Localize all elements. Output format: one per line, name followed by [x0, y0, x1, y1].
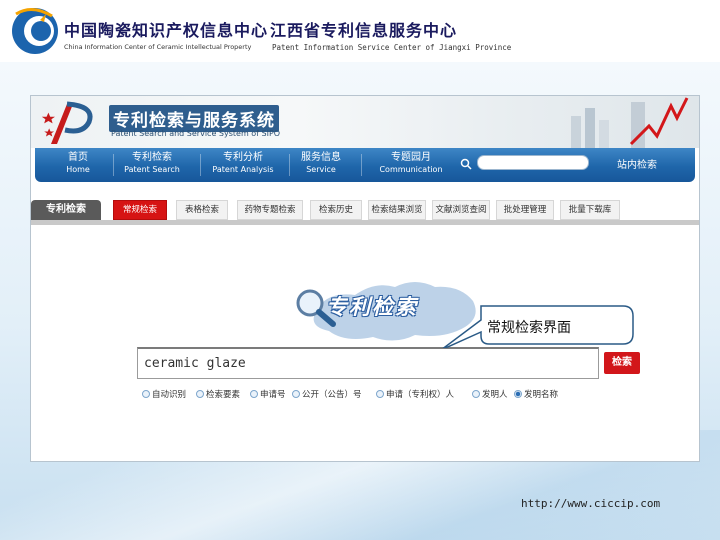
nav-label-en: Patent Analysis [212, 165, 274, 174]
tab-table-search[interactable]: 表格检索 [176, 200, 228, 220]
option-applicant[interactable]: 申请（专利权）人 [376, 387, 454, 401]
option-invention-title[interactable]: 发明名称 [514, 387, 558, 401]
sipo-logo-icon [41, 101, 93, 144]
nav-label-cn: 首页 [68, 152, 88, 163]
app-subtitle: Patent Search and Service System of SIPO [111, 129, 281, 138]
radio-dot [142, 390, 150, 398]
nav-label-cn: 服务信息 [301, 152, 341, 163]
nav-patent-search[interactable]: 专利检索 Patent Search [117, 152, 187, 175]
org2-name-en: Patent Information Service Center of Jia… [272, 43, 512, 52]
nav-divider [361, 154, 362, 176]
radio-dot [472, 390, 480, 398]
search-title: 专利检索 [326, 295, 418, 319]
ciccip-logo [12, 8, 58, 54]
nav-divider [200, 154, 201, 176]
nav-patent-analysis[interactable]: 专利分析 Patent Analysis [205, 152, 281, 175]
site-search-input[interactable] [477, 155, 589, 170]
option-auto[interactable]: 自动识别 [142, 387, 186, 401]
option-label: 发明人 [482, 390, 508, 400]
option-application-number[interactable]: 申请号 [250, 387, 286, 401]
nav-home[interactable]: 首页 Home [53, 152, 103, 175]
option-inventor[interactable]: 发明人 [472, 387, 508, 401]
radio-dot [292, 390, 300, 398]
tab-regular-search[interactable]: 常规检索 [113, 200, 167, 220]
main-nav: 首页 Home 专利检索 Patent Search 专利分析 Patent A… [35, 148, 695, 182]
org-name-en: China Information Center of Ceramic Inte… [64, 43, 252, 51]
org2-name-cn: 江西省专利信息服务中心 [270, 21, 458, 40]
tab-drug-search[interactable]: 药物专题检索 [237, 200, 303, 220]
query-input[interactable] [137, 347, 599, 379]
sipo-screenshot: 专利检索与服务系统 Patent Search and Service Syst… [30, 95, 700, 462]
option-publication-number[interactable]: 公开（公告）号 [292, 387, 362, 401]
org-name-cn: 中国陶瓷知识产权信息中心 [64, 21, 269, 40]
nav-label-en: Home [66, 165, 90, 174]
search-tabs: 专利检索 常规检索 表格检索 药物专题检索 检索历史 检索结果浏览 文献浏览查阅… [31, 198, 699, 225]
app-title: 专利检索与服务系统 [109, 105, 279, 132]
option-elements[interactable]: 检索要素 [196, 387, 240, 401]
tab-batch-management[interactable]: 批处理管理 [496, 200, 554, 220]
option-label: 申请号 [260, 390, 286, 400]
tab-batch-download[interactable]: 批量下载库 [560, 200, 620, 220]
option-label: 自动识别 [152, 390, 187, 400]
option-label: 申请（专利权）人 [386, 390, 455, 400]
callout-text: 常规检索界面 [487, 320, 571, 336]
option-label: 检索要素 [206, 390, 241, 400]
slide-header: 中国陶瓷知识产权信息中心 China Information Center of… [0, 0, 720, 65]
banner-chart-decoration [571, 97, 689, 148]
nav-divider [113, 154, 114, 176]
nav-label-cn: 专题园月 [391, 152, 431, 163]
tab-result-browse[interactable]: 检索结果浏览 [368, 200, 426, 220]
search-button[interactable]: 检索 [604, 352, 640, 374]
app-banner: 专利检索与服务系统 Patent Search and Service Syst… [31, 96, 699, 148]
nav-communication[interactable]: 专题园月 Communication [373, 152, 449, 175]
nav-label-cn: 专利检索 [132, 152, 172, 163]
nav-divider [289, 154, 290, 176]
section-label: 专利检索 [31, 200, 101, 220]
search-type-options: 自动识别 检索要素 申请号 公开（公告）号 申请（专利权）人 发明人 发明名称 [142, 387, 592, 401]
footer-url: http://www.ciccip.com [521, 497, 661, 510]
tab-document-browse[interactable]: 文献浏览查阅 [432, 200, 490, 220]
site-search-button[interactable]: 站内检索 [617, 156, 657, 171]
nav-label-en: Service [306, 165, 336, 174]
radio-dot [196, 390, 204, 398]
radio-dot-selected [514, 390, 522, 398]
nav-label-en: Communication [379, 165, 443, 174]
nav-label-cn: 专利分析 [223, 152, 263, 163]
nav-service[interactable]: 服务信息 Service [294, 152, 348, 175]
tab-search-history[interactable]: 检索历史 [310, 200, 362, 220]
option-label: 发明名称 [524, 390, 559, 400]
radio-dot [376, 390, 384, 398]
nav-label-en: Patent Search [124, 165, 180, 174]
radio-dot [250, 390, 258, 398]
option-label: 公开（公告）号 [302, 390, 362, 400]
search-icon [460, 158, 472, 170]
